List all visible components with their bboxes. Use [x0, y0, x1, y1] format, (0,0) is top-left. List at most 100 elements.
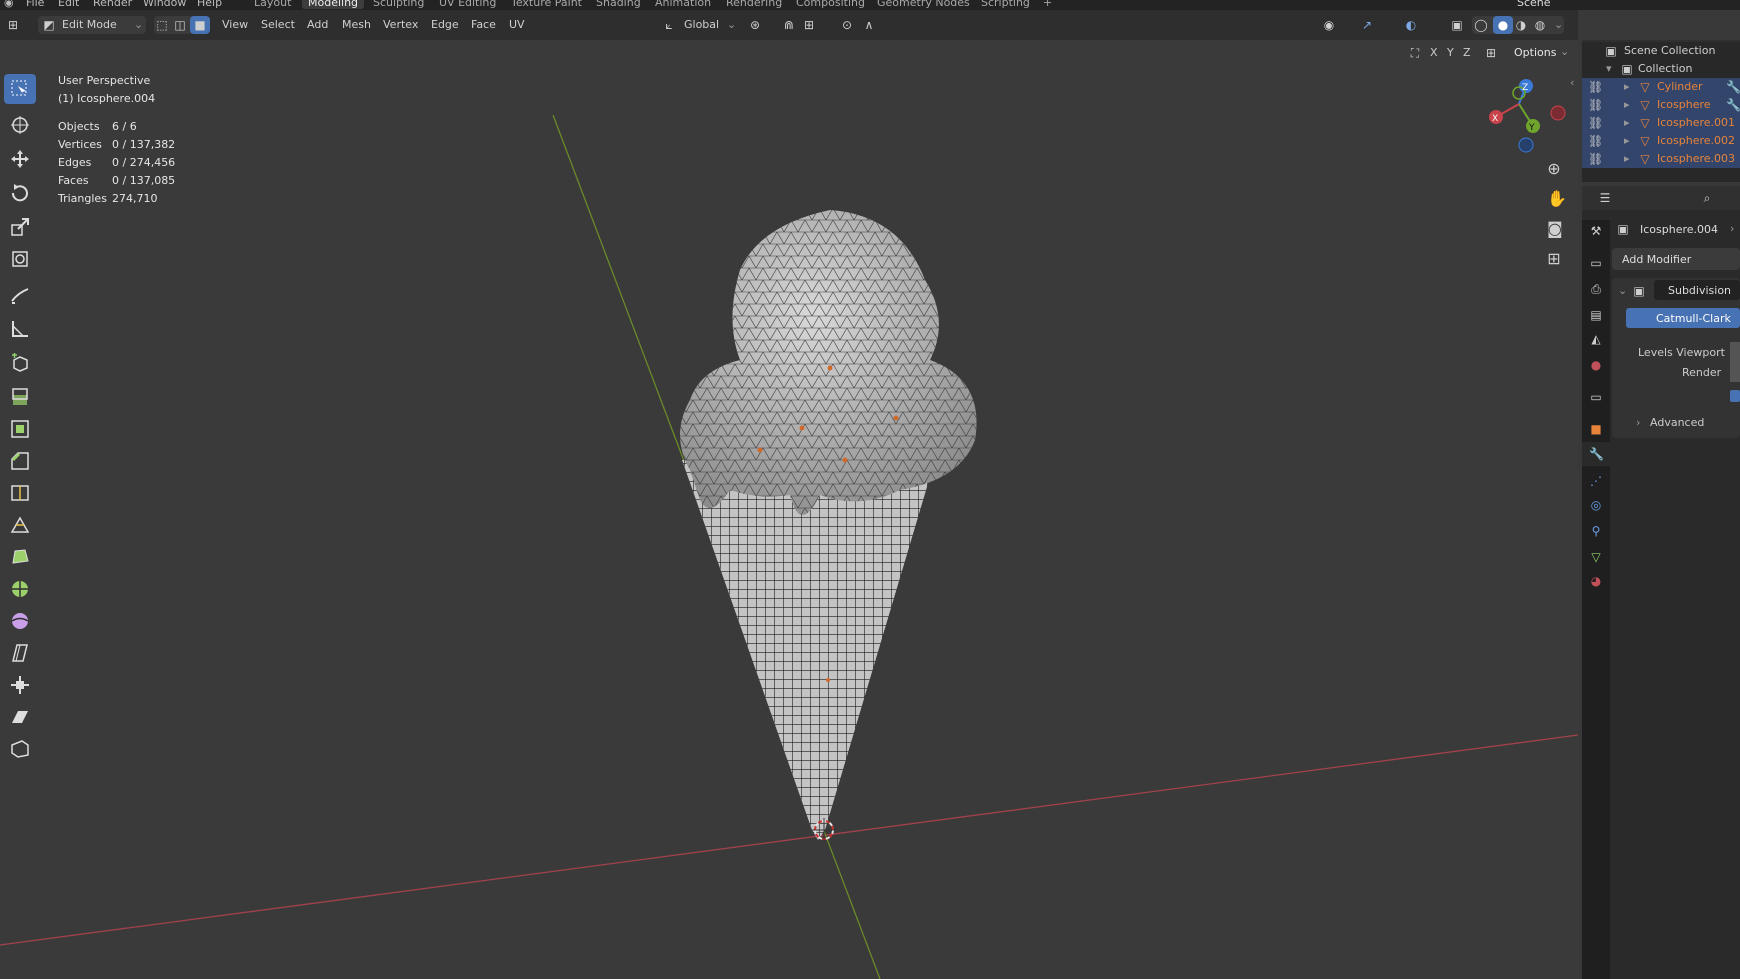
camera-view-icon[interactable]: ◙ — [1547, 221, 1563, 237]
expand-arrow-icon[interactable]: ▸ — [1624, 134, 1630, 147]
transform-tool[interactable] — [4, 244, 36, 274]
snap-settings-icon[interactable]: ⛶ — [1408, 46, 1422, 60]
tab-layout[interactable]: Layout — [254, 0, 291, 9]
xray-toggle-icon[interactable]: ▣ — [1450, 18, 1464, 32]
shrink-fatten-tool[interactable] — [4, 670, 36, 700]
menu-uv[interactable]: UV — [509, 16, 525, 34]
tool-tab-icon[interactable]: ⚒ — [1589, 224, 1603, 238]
falloff-icon[interactable]: ∧ — [862, 18, 876, 32]
collapse-arrow-icon[interactable]: ⌄ — [1618, 284, 1627, 297]
vertex-select-icon[interactable]: ⬚ — [155, 18, 169, 32]
spin-tool[interactable] — [4, 574, 36, 604]
menu-select[interactable]: Select — [261, 16, 295, 34]
rendered-shading-icon[interactable]: ◍ — [1533, 18, 1547, 32]
chevron-right-icon[interactable]: › — [1636, 416, 1640, 429]
scene-tab-icon[interactable]: ◭ — [1589, 332, 1603, 346]
shear-tool[interactable] — [4, 702, 36, 732]
measure-tool[interactable] — [4, 314, 36, 344]
snap-target-icon[interactable]: ⊞ — [802, 18, 816, 32]
gizmo-toggle-icon[interactable]: ↗ — [1360, 18, 1374, 32]
add-cube-tool[interactable] — [4, 348, 36, 378]
advanced-section-label[interactable]: Advanced — [1650, 416, 1704, 429]
scale-tool[interactable] — [4, 212, 36, 242]
world-tab-icon[interactable]: ● — [1589, 358, 1603, 372]
visibility-icon[interactable]: ◉ — [1322, 18, 1336, 32]
outliner-object-row[interactable]: ⛓ ▸ ▽ Icosphere.001 — [1582, 114, 1740, 132]
tab-uv-editing[interactable]: UV Editing — [439, 0, 496, 9]
zoom-icon[interactable]: ⊕ — [1547, 161, 1561, 177]
snap-icon[interactable]: ⋒ — [782, 18, 796, 32]
optimal-display-checkbox[interactable] — [1730, 390, 1740, 402]
tab-modeling[interactable]: Modeling — [302, 0, 365, 9]
editor-type-icon[interactable]: ⊞ — [6, 18, 20, 32]
mirror-axis-y[interactable]: Y — [1447, 46, 1454, 59]
tab-texture-paint[interactable]: Texture Paint — [511, 0, 582, 9]
cursor-tool[interactable] — [4, 110, 36, 140]
auto-merge-icon[interactable]: ⊞ — [1484, 46, 1498, 60]
smooth-tool[interactable] — [4, 606, 36, 636]
menu-edit[interactable]: Edit — [58, 0, 79, 9]
bevel-tool[interactable] — [4, 446, 36, 476]
expand-arrow-icon[interactable]: ▸ — [1624, 98, 1630, 111]
tab-geometry-nodes[interactable]: Geometry Nodes — [877, 0, 970, 9]
transform-orientation-dropdown[interactable]: Global — [684, 16, 719, 34]
overlay-toggle-icon[interactable]: ◐ — [1404, 18, 1418, 32]
particles-tab-icon[interactable]: ⋰ — [1589, 474, 1603, 488]
tab-scripting[interactable]: Scripting — [981, 0, 1030, 9]
render-tab-icon[interactable]: ▭ — [1589, 256, 1603, 270]
scene-collection-row[interactable]: ▣ Scene Collection — [1582, 42, 1740, 60]
menu-render[interactable]: Render — [93, 0, 132, 9]
proportional-editing-icon[interactable]: ⊙ — [840, 18, 854, 32]
expand-arrow-icon[interactable]: ▸ — [1624, 152, 1630, 165]
inset-tool[interactable] — [4, 414, 36, 444]
material-preview-icon[interactable]: ◑ — [1514, 18, 1528, 32]
perspective-toggle-icon[interactable]: ⊞ — [1547, 251, 1561, 267]
menu-file[interactable]: File — [26, 0, 44, 9]
menu-face[interactable]: Face — [471, 16, 496, 34]
extrude-tool[interactable] — [4, 382, 36, 412]
mirror-axis-z[interactable]: Z — [1463, 46, 1471, 59]
select-box-tool[interactable] — [4, 74, 36, 104]
editor-type-icon[interactable]: ☰ — [1598, 191, 1612, 205]
menu-add[interactable]: Add — [307, 16, 328, 34]
object-tab-icon[interactable]: ■ — [1589, 422, 1603, 436]
sidebar-toggle-icon[interactable]: ‹ — [1570, 76, 1574, 89]
menu-help[interactable]: Help — [197, 0, 222, 9]
edge-select-icon[interactable]: ◫ — [173, 18, 187, 32]
menu-vertex[interactable]: Vertex — [383, 16, 418, 34]
add-workspace-button[interactable]: + — [1043, 0, 1052, 9]
menu-mesh[interactable]: Mesh — [342, 16, 371, 34]
rip-region-tool[interactable] — [4, 734, 36, 764]
navigation-gizmo[interactable]: Z Y X — [1489, 79, 1566, 153]
loop-cut-tool[interactable] — [4, 478, 36, 508]
levels-viewport-field[interactable] — [1730, 342, 1740, 362]
wireframe-shading-icon[interactable]: ◯ — [1474, 18, 1488, 32]
tab-rendering[interactable]: Rendering — [726, 0, 782, 9]
outliner-object-row[interactable]: ⛓ ▸ ▽ Cylinder 🔧 — [1582, 78, 1740, 96]
expand-arrow-icon[interactable]: ▸ — [1624, 80, 1630, 93]
collection-tab-icon[interactable]: ▭ — [1589, 390, 1603, 404]
options-dropdown[interactable]: Options — [1514, 46, 1556, 59]
menu-view[interactable]: View — [222, 16, 248, 34]
tab-shading[interactable]: Shading — [596, 0, 641, 9]
3d-viewport[interactable]: Z Y X User Perspective (1) Icosphere.004… — [0, 40, 1578, 979]
tab-animation[interactable]: Animation — [655, 0, 711, 9]
render-levels-field[interactable] — [1730, 362, 1740, 382]
scene-selector[interactable]: Scene — [1517, 0, 1551, 9]
blender-logo-icon[interactable]: ◉ — [4, 0, 14, 9]
annotate-tool[interactable] — [4, 280, 36, 310]
mirror-axis-x[interactable]: X — [1430, 46, 1438, 59]
constraints-tab-icon[interactable]: ⚲ — [1589, 524, 1603, 538]
view-layer-tab-icon[interactable]: ▤ — [1589, 308, 1603, 322]
outliner-object-row[interactable]: ⛓ ▸ ▽ Icosphere.003 — [1582, 150, 1740, 168]
output-tab-icon[interactable]: ⎙ — [1589, 282, 1603, 296]
move-tool[interactable] — [4, 144, 36, 174]
data-tab-icon[interactable]: ▽ — [1589, 550, 1603, 564]
collection-row[interactable]: ▾ ▣ Collection — [1582, 60, 1740, 78]
outliner-object-row[interactable]: ⛓ ▸ ▽ Icosphere 🔧 — [1582, 96, 1740, 114]
pivot-point-icon[interactable]: ⊛ — [748, 18, 762, 32]
expand-arrow-icon[interactable]: ▸ — [1624, 116, 1630, 129]
menu-window[interactable]: Window — [143, 0, 186, 9]
search-icon[interactable]: ⌕ — [1700, 191, 1714, 205]
expand-arrow-icon[interactable]: ▾ — [1606, 62, 1612, 75]
